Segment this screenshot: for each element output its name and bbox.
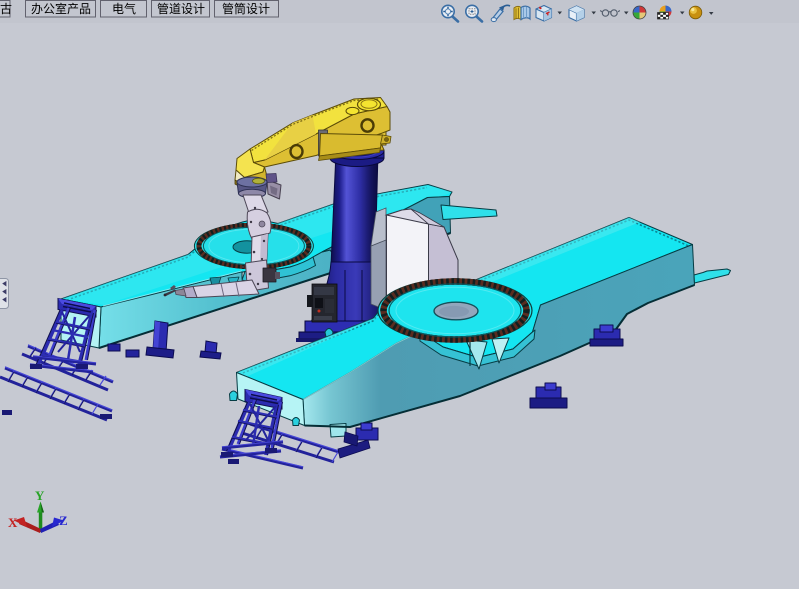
svg-text:X: X	[8, 515, 18, 530]
svg-text:管道设计: 管道设计	[157, 1, 205, 16]
svg-text:古: 古	[0, 1, 12, 16]
svg-text:Z: Z	[59, 513, 68, 528]
svg-text:办公室产品: 办公室产品	[31, 1, 91, 16]
svg-text:管筒设计: 管筒设计	[222, 1, 270, 16]
svg-text:Y: Y	[35, 488, 45, 503]
svg-text:电气: 电气	[112, 1, 136, 16]
